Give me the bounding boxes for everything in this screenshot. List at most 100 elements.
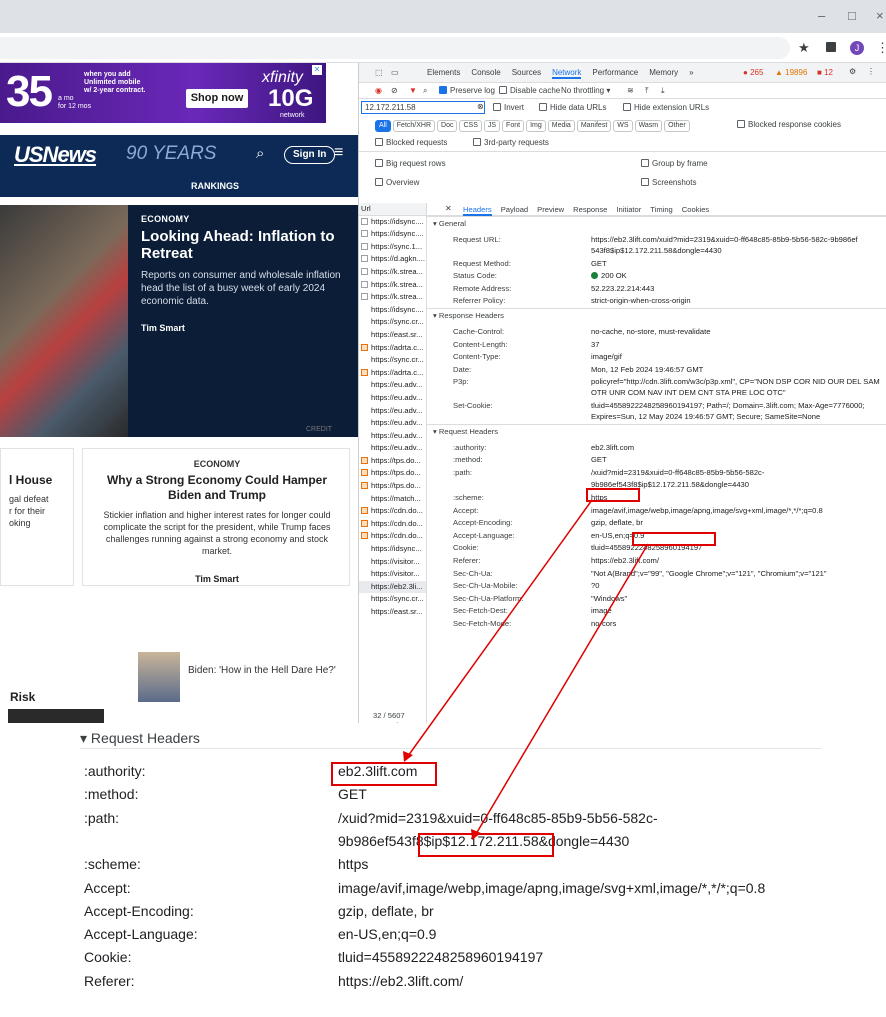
detail-tab-cookies[interactable]: Cookies — [682, 205, 709, 216]
devtools-tab-network[interactable]: Network — [552, 68, 582, 79]
type-filter-fetchxhr[interactable]: Fetch/XHR — [392, 120, 436, 132]
error-count[interactable]: ● 265 — [743, 68, 763, 77]
devtools-menu-icon[interactable]: ⋮ — [867, 67, 875, 76]
device-toolbar-icon[interactable]: ▭ — [391, 68, 399, 77]
devtools-tab-sources[interactable]: Sources — [512, 68, 541, 79]
risk-image[interactable] — [8, 709, 104, 723]
preserve-log-checkbox[interactable]: Preserve log — [439, 86, 495, 95]
warning-count[interactable]: ▲ 19896 — [775, 68, 807, 77]
photo-credit[interactable]: CREDIT — [306, 426, 332, 433]
request-row[interactable]: https://visitor... — [359, 556, 426, 569]
blocked-requests-checkbox[interactable]: Blocked requests — [375, 138, 447, 147]
type-filter-img[interactable]: Img — [526, 120, 546, 132]
request-row[interactable]: https://k.strea... — [359, 279, 426, 292]
request-row[interactable]: https://cdn.do... — [359, 505, 426, 518]
detail-tab-payload[interactable]: Payload — [501, 205, 528, 216]
request-row[interactable]: https://k.strea... — [359, 291, 426, 304]
section-header[interactable]: ▾ Request Headers — [427, 423, 886, 438]
request-row[interactable]: https://d.agkn.... — [359, 253, 426, 266]
type-filter-wasm[interactable]: Wasm — [634, 120, 663, 132]
throttle-select[interactable]: No throttling ▾ — [561, 86, 610, 95]
side-panel-icon[interactable] — [826, 42, 836, 52]
section-header[interactable]: ▾ Response Headers — [427, 308, 886, 322]
sign-in-button[interactable]: Sign In — [284, 146, 336, 164]
request-row[interactable]: https://idsync.... — [359, 228, 426, 241]
story-author[interactable]: Tim Smart — [141, 323, 185, 333]
card-title[interactable]: Why a Strong Economy Could Hamper Biden … — [93, 473, 341, 503]
type-filter-doc[interactable]: Doc — [437, 120, 458, 132]
card-author[interactable]: Tim Smart — [83, 574, 351, 584]
request-row[interactable]: https://eu.adv... — [359, 379, 426, 392]
rankings-nav[interactable]: RANKINGS — [0, 175, 358, 197]
bookmark-star-icon[interactable]: ★ — [798, 40, 810, 56]
type-filter-js[interactable]: JS — [483, 120, 501, 132]
search-icon[interactable]: ⌕ — [256, 145, 264, 162]
blocked-cookies-checkbox[interactable]: Blocked response cookies — [737, 120, 841, 129]
request-row[interactable]: https://k.strea... — [359, 266, 426, 279]
request-row[interactable]: https://eu.adv... — [359, 417, 426, 430]
clear-filter-icon[interactable]: ⊗ — [477, 102, 484, 111]
clear-icon[interactable]: ⊘ — [391, 86, 398, 95]
third-party-checkbox[interactable]: 3rd-party requests — [473, 138, 549, 147]
request-row[interactable]: https://idsync... — [359, 543, 426, 556]
inspect-icon[interactable]: ⬚ — [375, 68, 383, 77]
usnews-logo[interactable]: USNews — [14, 142, 97, 168]
hamburger-menu-icon[interactable]: ≡ — [334, 144, 343, 162]
xfinity-ad[interactable]: 35 a mo for 12 mos when you add Unlimite… — [0, 63, 326, 123]
type-filter-media[interactable]: Media — [547, 120, 575, 132]
request-row[interactable]: https://eu.adv... — [359, 392, 426, 405]
request-row[interactable]: https://tps.do... — [359, 480, 426, 493]
wifi-icon[interactable]: ≋ — [627, 86, 634, 95]
settings-gear-icon[interactable]: ⚙ — [849, 67, 856, 76]
big-rows-checkbox[interactable]: Big request rows — [375, 159, 446, 168]
url-column-header[interactable]: Url — [359, 203, 426, 216]
disable-cache-checkbox[interactable]: Disable cache — [499, 86, 560, 95]
detail-tab-preview[interactable]: Preview — [537, 205, 564, 216]
section-header[interactable]: ▾ General — [427, 216, 886, 230]
browser-menu-icon[interactable]: ⋮ — [876, 40, 886, 56]
devtools-tab-elements[interactable]: Elements — [427, 68, 460, 79]
detail-tab-timing[interactable]: Timing — [650, 205, 673, 216]
request-row[interactable]: https://eu.adv... — [359, 430, 426, 443]
hide-extension-urls-checkbox[interactable]: Hide extension URLs — [623, 103, 709, 112]
type-filter-manifest[interactable]: Manifest — [576, 120, 612, 132]
hide-data-urls-checkbox[interactable]: Hide data URLs — [539, 103, 606, 112]
detail-tab-initiator[interactable]: Initiator — [616, 205, 641, 216]
request-row[interactable]: https://east.sr... — [359, 329, 426, 342]
request-row[interactable]: https://eb2.3li... — [359, 580, 426, 594]
detail-tab-headers[interactable]: Headers — [463, 205, 492, 216]
request-row[interactable]: https://idsync.... — [359, 304, 426, 317]
type-filter-font[interactable]: Font — [502, 120, 525, 132]
profile-avatar[interactable]: J — [850, 41, 864, 55]
invert-checkbox[interactable]: Invert — [493, 103, 524, 112]
issue-count[interactable]: ■ 12 — [817, 68, 833, 77]
maximize-button[interactable]: □ — [848, 8, 856, 23]
devtools-tab-memory[interactable]: Memory — [649, 68, 678, 79]
close-detail-icon[interactable]: ✕ — [445, 204, 452, 213]
type-filter-all[interactable]: All — [375, 120, 391, 132]
request-row[interactable]: https://idsync.... — [359, 216, 426, 229]
address-field[interactable] — [0, 37, 790, 59]
group-frame-checkbox[interactable]: Group by frame — [641, 159, 708, 168]
overview-checkbox[interactable]: Overview — [375, 178, 419, 187]
search-icon[interactable]: ⌕ — [423, 86, 427, 96]
filter-input[interactable]: 12.172.211.58 — [361, 101, 485, 114]
devtools-tab-console[interactable]: Console — [471, 68, 500, 79]
request-row[interactable]: https://eu.adv... — [359, 442, 426, 455]
story-card[interactable]: ECONOMY Why a Strong Economy Could Hampe… — [82, 448, 350, 586]
request-row[interactable]: https://tps.do... — [359, 455, 426, 468]
request-row[interactable]: https://eu.adv... — [359, 405, 426, 418]
biden-thumbnail[interactable] — [138, 652, 180, 702]
request-row[interactable]: https://match... — [359, 493, 426, 506]
screenshots-checkbox[interactable]: Screenshots — [641, 178, 696, 187]
request-row[interactable]: https://visitor... — [359, 568, 426, 581]
ad-close-icon[interactable]: ✕ — [312, 65, 322, 75]
request-row[interactable]: https://cdn.do... — [359, 518, 426, 531]
shop-now-button[interactable]: Shop now — [186, 89, 248, 108]
devtools-tab-[interactable]: » — [689, 68, 693, 79]
request-row[interactable]: https://adrta.c... — [359, 342, 426, 355]
request-row[interactable]: https://sync.cr... — [359, 316, 426, 329]
type-filter-ws[interactable]: WS — [613, 120, 633, 132]
story-card-partial[interactable]: l House gal defeat r for their oking — [0, 448, 74, 586]
type-filter-css[interactable]: CSS — [459, 120, 482, 132]
